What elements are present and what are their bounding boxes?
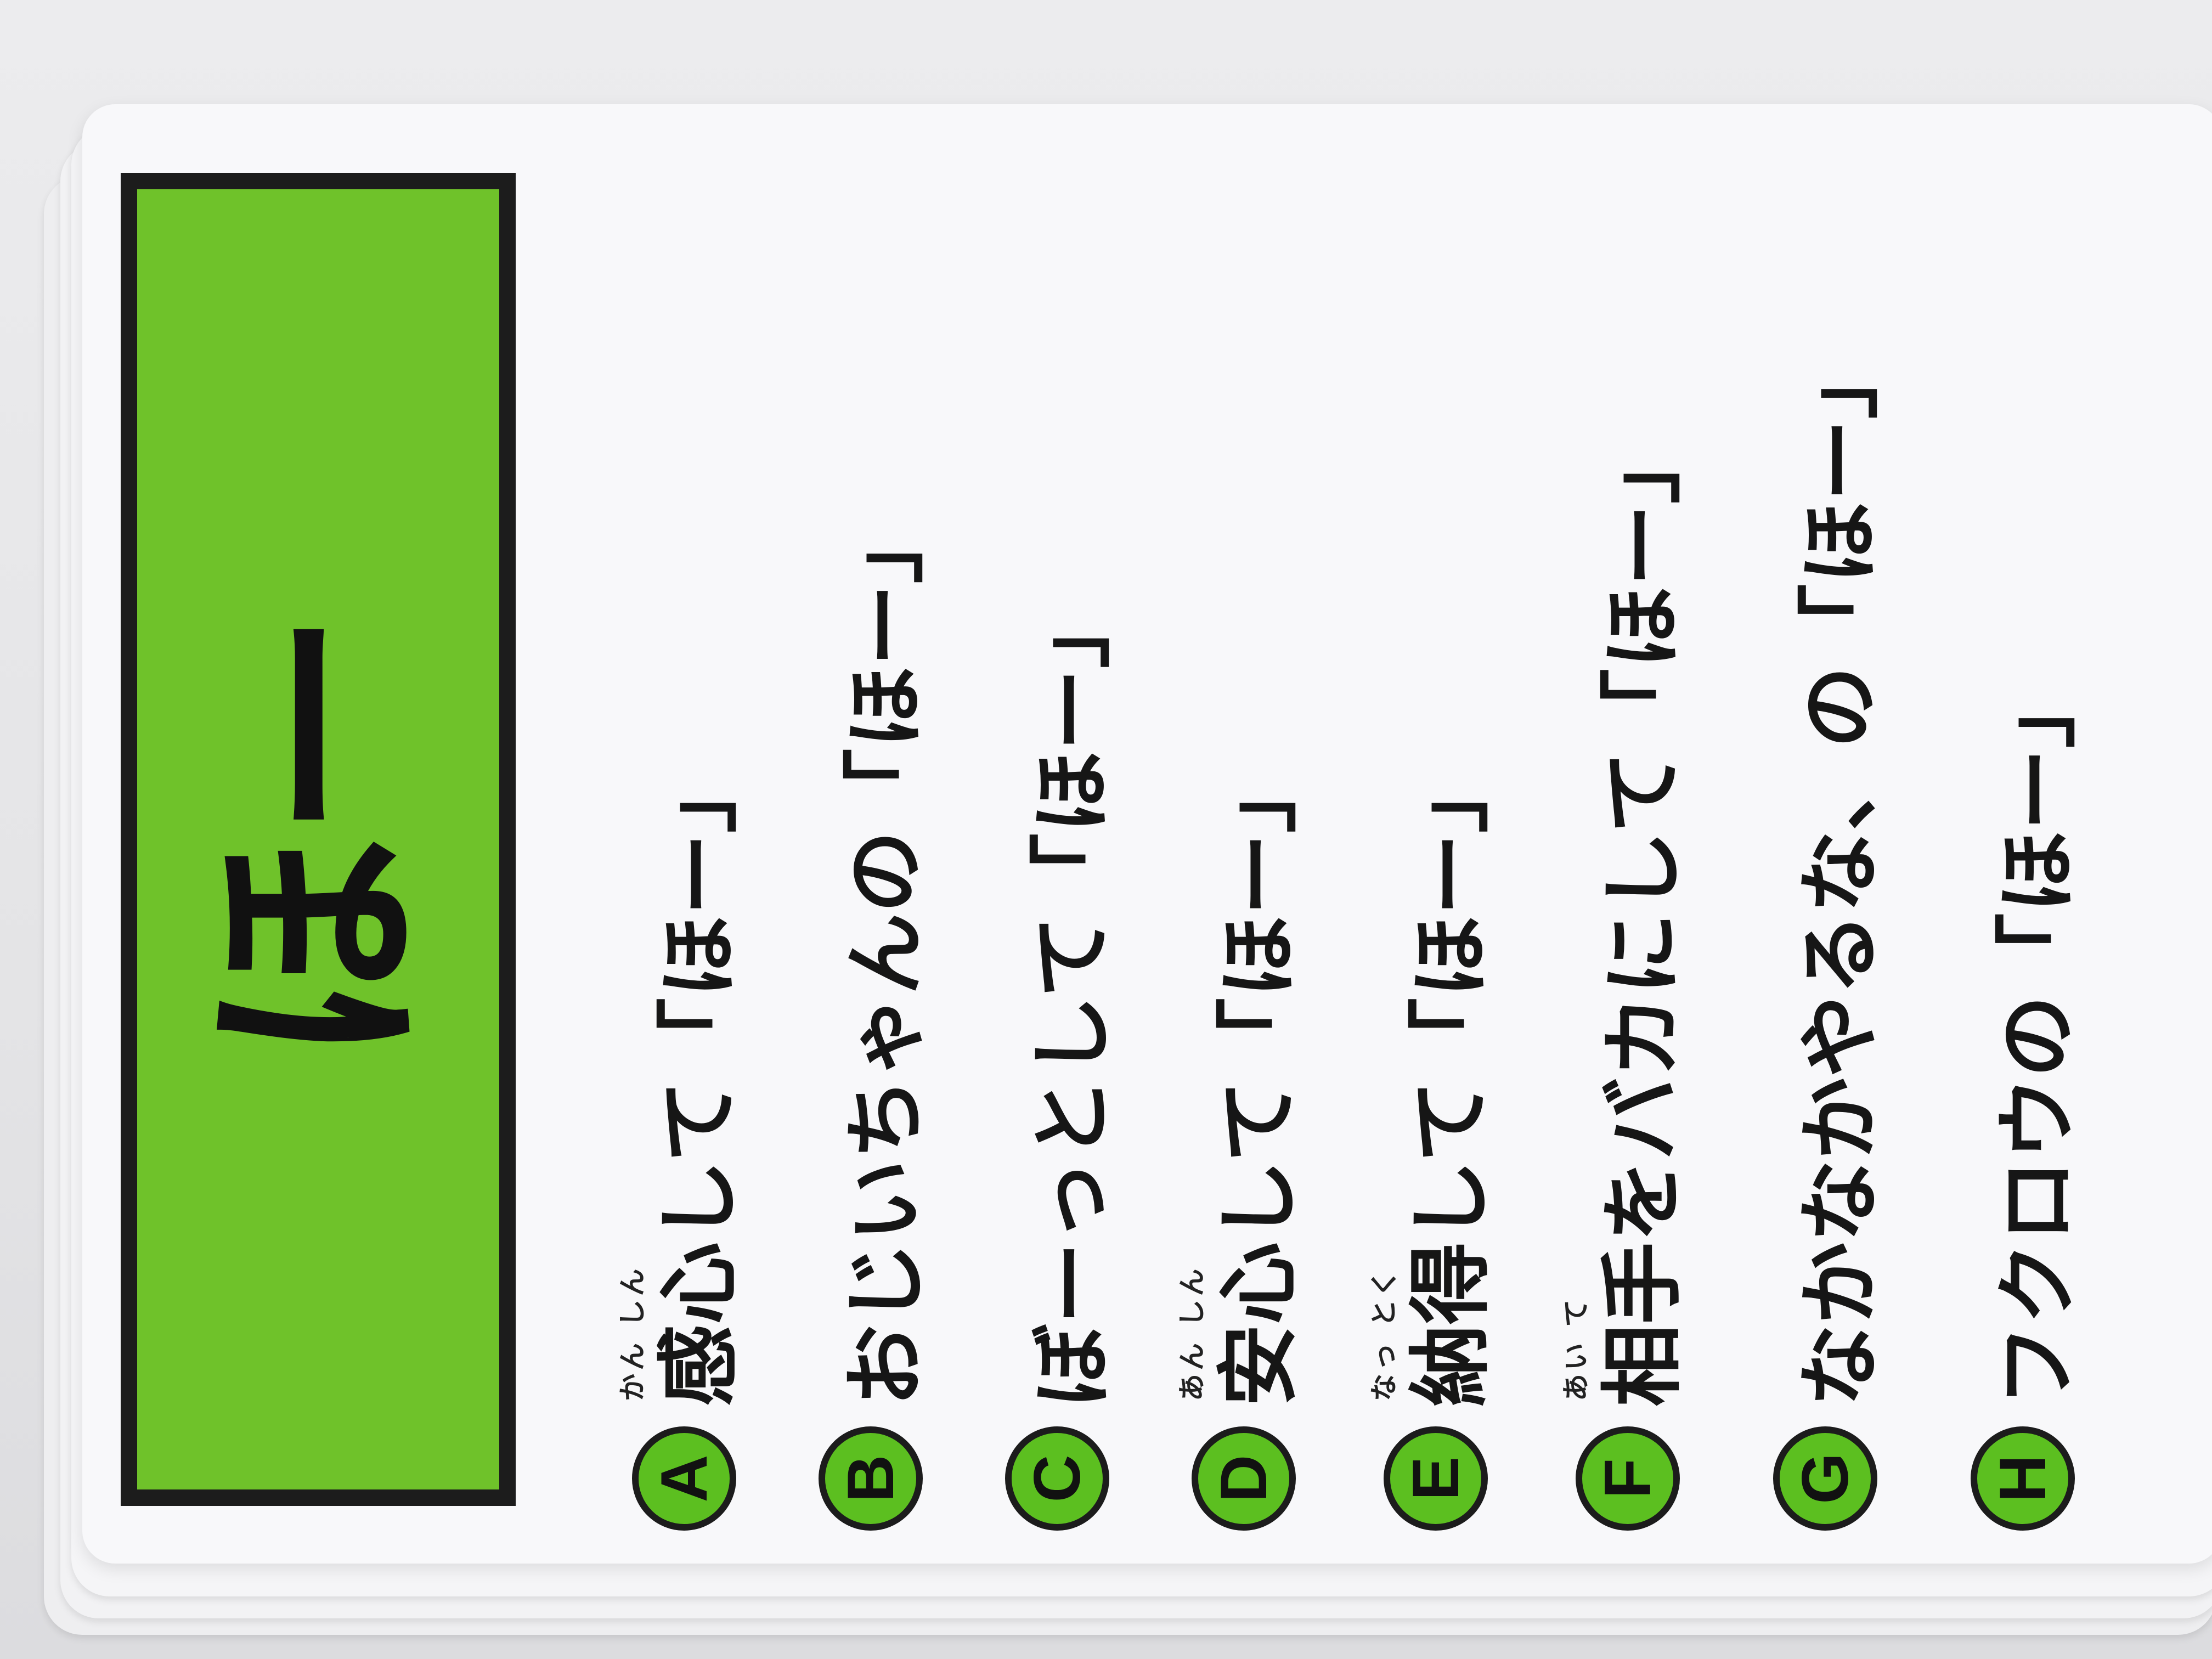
option-item-e: E なっ とく 納得して「ほー」 bbox=[1328, 751, 1499, 1531]
option-item-c: C ぼーっとして「ほー」 bbox=[949, 586, 1120, 1531]
option-text: あい て 相手をバカにして「ほー」 bbox=[1560, 421, 1691, 1407]
option-label: ぼーっとして「ほー」 bbox=[1025, 586, 1120, 1407]
option-label: 安心して「ほー」 bbox=[1211, 751, 1307, 1407]
option-letter-badge: D bbox=[1192, 1426, 1296, 1531]
option-item-d: D あん しん 安心して「ほー」 bbox=[1136, 751, 1307, 1531]
option-text: あん しん 安心して「ほー」 bbox=[1176, 751, 1307, 1407]
card-title: ほー bbox=[184, 614, 452, 1064]
option-label: 感心して「ほー」 bbox=[652, 751, 747, 1407]
photo-scene: ほー A かん しん 感心して「ほー」 B おじいちゃんの「ほー」 C ぼーっと… bbox=[0, 0, 2212, 1659]
option-label: 納得して「ほー」 bbox=[1403, 751, 1499, 1407]
option-letter-badge: E bbox=[1384, 1426, 1488, 1531]
option-text: フクロウの「ほー」 bbox=[1990, 666, 2086, 1407]
option-label: なかなかやるな、の「ほー」 bbox=[1793, 336, 1888, 1407]
option-text: ぼーっとして「ほー」 bbox=[1025, 586, 1120, 1407]
furigana: なっ とく bbox=[1368, 1266, 1400, 1401]
option-letter-badge: G bbox=[1773, 1426, 1877, 1531]
option-letter-badge: B bbox=[819, 1426, 923, 1531]
option-item-a: A かん しん 感心して「ほー」 bbox=[576, 751, 747, 1531]
option-letter-badge: F bbox=[1576, 1426, 1680, 1531]
option-item-h: H フクロウの「ほー」 bbox=[1915, 666, 2086, 1531]
option-text: なっ とく 納得して「ほー」 bbox=[1368, 751, 1499, 1407]
option-letter-badge: A bbox=[632, 1426, 736, 1531]
furigana: あん しん bbox=[1176, 1265, 1208, 1401]
option-text: おじいちゃんの「ほー」 bbox=[838, 501, 934, 1407]
title-box: ほー bbox=[121, 173, 516, 1506]
option-item-b: B おじいちゃんの「ほー」 bbox=[763, 501, 934, 1531]
option-letter-badge: C bbox=[1005, 1426, 1109, 1531]
option-label: おじいちゃんの「ほー」 bbox=[838, 501, 934, 1407]
option-label: フクロウの「ほー」 bbox=[1990, 665, 2086, 1407]
option-letter-badge: H bbox=[1971, 1426, 2075, 1531]
furigana: あい て bbox=[1560, 1296, 1592, 1401]
card-content: ほー A かん しん 感心して「ほー」 B おじいちゃんの「ほー」 C ぼーっと… bbox=[82, 104, 2212, 1564]
furigana: かん しん bbox=[617, 1265, 648, 1401]
option-text: なかなかやるな、の「ほー」 bbox=[1793, 337, 1888, 1407]
option-label: 相手をバカにして「ほー」 bbox=[1595, 421, 1691, 1407]
option-item-f: F あい て 相手をバカにして「ほー」 bbox=[1520, 421, 1691, 1531]
option-text: かん しん 感心して「ほー」 bbox=[617, 751, 747, 1407]
option-item-g: G なかなかやるな、の「ほー」 bbox=[1717, 337, 1888, 1531]
